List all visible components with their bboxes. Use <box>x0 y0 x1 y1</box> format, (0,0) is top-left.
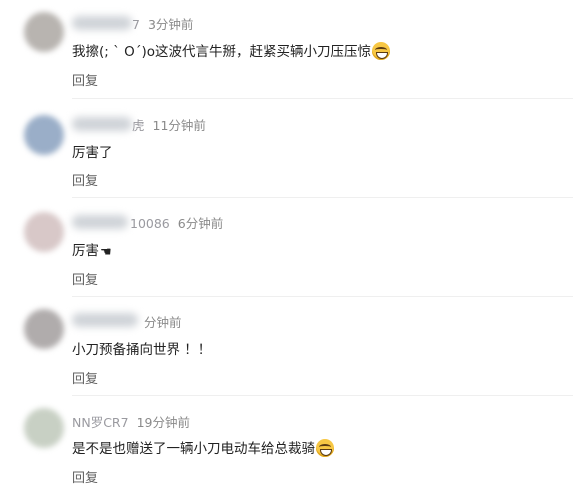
avatar[interactable] <box>24 212 64 252</box>
comment-meta: 10086 6分钟前 <box>130 213 223 232</box>
username-blurred <box>72 16 132 30</box>
username-blurred <box>72 117 132 131</box>
comment-text: 我擦(; ` O´)o这波代言牛掰，赶紧买辆小刀压压惊 <box>72 40 391 60</box>
comment-text-content: 厉害 <box>72 243 99 259</box>
comment-meta: NN罗CR7 19分钟前 <box>72 412 190 431</box>
comment-item: 7 3分钟前 我擦(; ` O´)o这波代言牛掰，赶紧买辆小刀压压惊 回复 <box>0 0 573 99</box>
comment-text: 小刀预备捅向世界 ！！ <box>72 342 212 358</box>
reply-button[interactable]: 回复 <box>72 368 98 387</box>
comment-meta: 7 3分钟前 <box>132 14 193 33</box>
avatar[interactable] <box>24 408 64 448</box>
laughing-tears-icon <box>316 439 334 457</box>
reply-button[interactable]: 回复 <box>72 70 98 89</box>
username[interactable]: 10086 <box>130 216 170 231</box>
avatar[interactable] <box>24 309 64 349</box>
comment-item: 10086 6分钟前 厉害☚ 回复 <box>0 198 573 297</box>
reply-button[interactable]: 回复 <box>72 269 98 288</box>
pointing-hand-icon: ☚ <box>100 245 112 260</box>
comment-text-content: 我擦(; ` O´)o这波代言牛掰，赶紧买辆小刀压压惊 <box>72 44 372 60</box>
reply-button[interactable]: 回复 <box>72 467 98 486</box>
username-blurred <box>72 215 128 229</box>
comment-time: 6分钟前 <box>177 216 224 231</box>
comment-text-content: 是不是也赠送了一辆小刀电动车给总裁骑 <box>72 441 315 457</box>
comment-meta: 分钟前 <box>140 312 182 331</box>
grin-icon <box>372 42 391 60</box>
username[interactable]: 虎 <box>132 118 145 133</box>
comment-text: 厉害了 <box>72 145 113 161</box>
comment-time: 19分钟前 <box>136 415 190 430</box>
comment-time: 分钟前 <box>144 315 182 330</box>
comment-meta: 虎 11分钟前 <box>132 115 206 134</box>
username[interactable]: NN罗CR7 <box>72 415 129 430</box>
username-blurred <box>72 313 138 327</box>
comment-time: 3分钟前 <box>147 17 194 32</box>
comment-time: 11分钟前 <box>152 118 206 133</box>
comment-text: 厉害☚ <box>72 239 112 260</box>
username[interactable]: 7 <box>132 17 140 32</box>
comment-item: 虎 11分钟前 厉害了 回复 <box>0 99 573 198</box>
comment-text: 是不是也赠送了一辆小刀电动车给总裁骑 <box>72 437 334 457</box>
comment-item: 分钟前 小刀预备捅向世界 ！！ 回复 <box>0 297 573 396</box>
reply-button[interactable]: 回复 <box>72 170 98 189</box>
avatar[interactable] <box>24 115 64 155</box>
comment-item: NN罗CR7 19分钟前 是不是也赠送了一辆小刀电动车给总裁骑 回复 <box>0 396 573 495</box>
avatar[interactable] <box>24 12 64 52</box>
